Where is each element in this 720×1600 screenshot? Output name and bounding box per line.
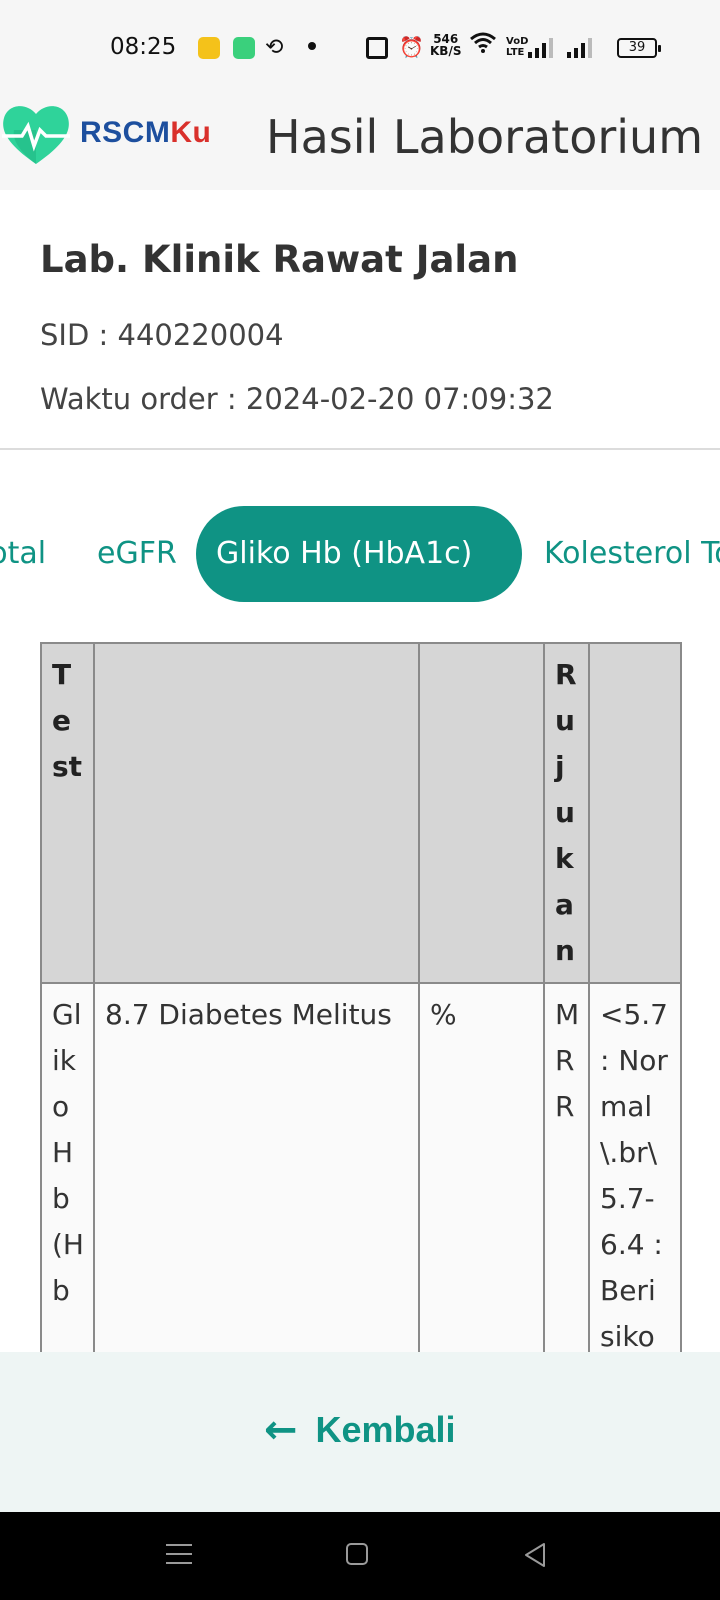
test-tabs: Total eGFR Gliko Hb (HbA1c) Kolesterol T… bbox=[0, 450, 720, 625]
cell-unit: % bbox=[418, 982, 545, 1352]
signal-sim1-icon bbox=[528, 38, 558, 58]
brand-secondary: Ku bbox=[170, 116, 212, 149]
back-triangle-icon[interactable] bbox=[520, 1540, 550, 1570]
order-time-text: Waktu order : 2024-02-20 07:09:32 bbox=[40, 382, 554, 416]
cell-reference-range: <5.7 : Normal\.br\ 5.7-6.4 : Berisiko bbox=[588, 982, 682, 1352]
sid-text: SID : 440220004 bbox=[40, 318, 284, 352]
table-header-rujukan: Rujukan bbox=[543, 642, 590, 984]
footer-bar: ← Kembali bbox=[0, 1352, 720, 1512]
volte-bottom: LTE bbox=[506, 47, 525, 58]
back-button[interactable]: ← Kembali bbox=[264, 1400, 456, 1460]
page-title: Hasil Laboratorium bbox=[266, 110, 704, 164]
back-button-label: Kembali bbox=[315, 1409, 456, 1450]
rscmku-logo-icon bbox=[2, 106, 70, 164]
notification-battery-app-icon bbox=[233, 37, 255, 59]
status-time: 08:25 bbox=[110, 34, 177, 60]
lab-name: Lab. Klinik Rawat Jalan bbox=[40, 238, 519, 281]
cell-test-name: Gliko Hb (Hb bbox=[40, 982, 95, 1352]
order-info: Lab. Klinik Rawat Jalan SID : 440220004 … bbox=[0, 190, 720, 450]
wifi-icon bbox=[470, 32, 496, 60]
more-notifications-icon bbox=[308, 42, 316, 50]
network-speed-unit: KB/S bbox=[430, 44, 462, 58]
table-header-test: Test bbox=[40, 642, 95, 984]
alarm-icon: ⏰ bbox=[399, 37, 424, 59]
battery-icon: 39 bbox=[617, 38, 661, 58]
share-icon: ⟲ bbox=[265, 34, 284, 59]
status-bar: 08:25 ⟲ ⏰ 546 KB/S VoD LTE 39 bbox=[0, 0, 720, 92]
arrow-left-icon: ← bbox=[264, 1407, 298, 1453]
results-table: Test Rujukan Gliko Hb (Hb 8.7 Diabetes M… bbox=[40, 642, 682, 1352]
home-square-icon[interactable] bbox=[346, 1543, 368, 1565]
table-header-unit bbox=[418, 642, 545, 984]
app-header: RSCMKu Hasil Laboratorium bbox=[0, 92, 720, 190]
tab-egfr[interactable]: eGFR bbox=[97, 506, 177, 602]
table-row: Gliko Hb (Hb 8.7 Diabetes Melitus % MRR … bbox=[40, 982, 682, 1352]
recents-menu-icon[interactable] bbox=[166, 1542, 192, 1566]
table-header-result bbox=[93, 642, 420, 984]
tab-total[interactable]: Total bbox=[0, 506, 46, 602]
network-speed: 546 KB/S bbox=[430, 33, 461, 57]
cell-flag: MRR bbox=[543, 982, 590, 1352]
cell-result: 8.7 Diabetes Melitus bbox=[93, 982, 420, 1352]
tab-gliko-hb[interactable]: Gliko Hb (HbA1c) bbox=[196, 506, 522, 602]
results-table-container[interactable]: Test Rujukan Gliko Hb (Hb 8.7 Diabetes M… bbox=[0, 625, 720, 1352]
signal-sim2-icon bbox=[567, 38, 597, 58]
brand-name: RSCMKu bbox=[80, 116, 211, 150]
table-header-reference bbox=[588, 642, 682, 984]
tab-kolesterol-total[interactable]: Kolesterol Total bbox=[544, 506, 720, 602]
system-nav-bar bbox=[0, 1512, 720, 1600]
nfc-icon bbox=[366, 37, 388, 59]
volte-top: VoD bbox=[506, 36, 529, 47]
table-header-row: Test Rujukan bbox=[40, 642, 682, 984]
brand-primary: RSCM bbox=[80, 116, 171, 149]
volte-icon: VoD LTE bbox=[506, 36, 528, 58]
notification-app-icon bbox=[198, 37, 220, 59]
